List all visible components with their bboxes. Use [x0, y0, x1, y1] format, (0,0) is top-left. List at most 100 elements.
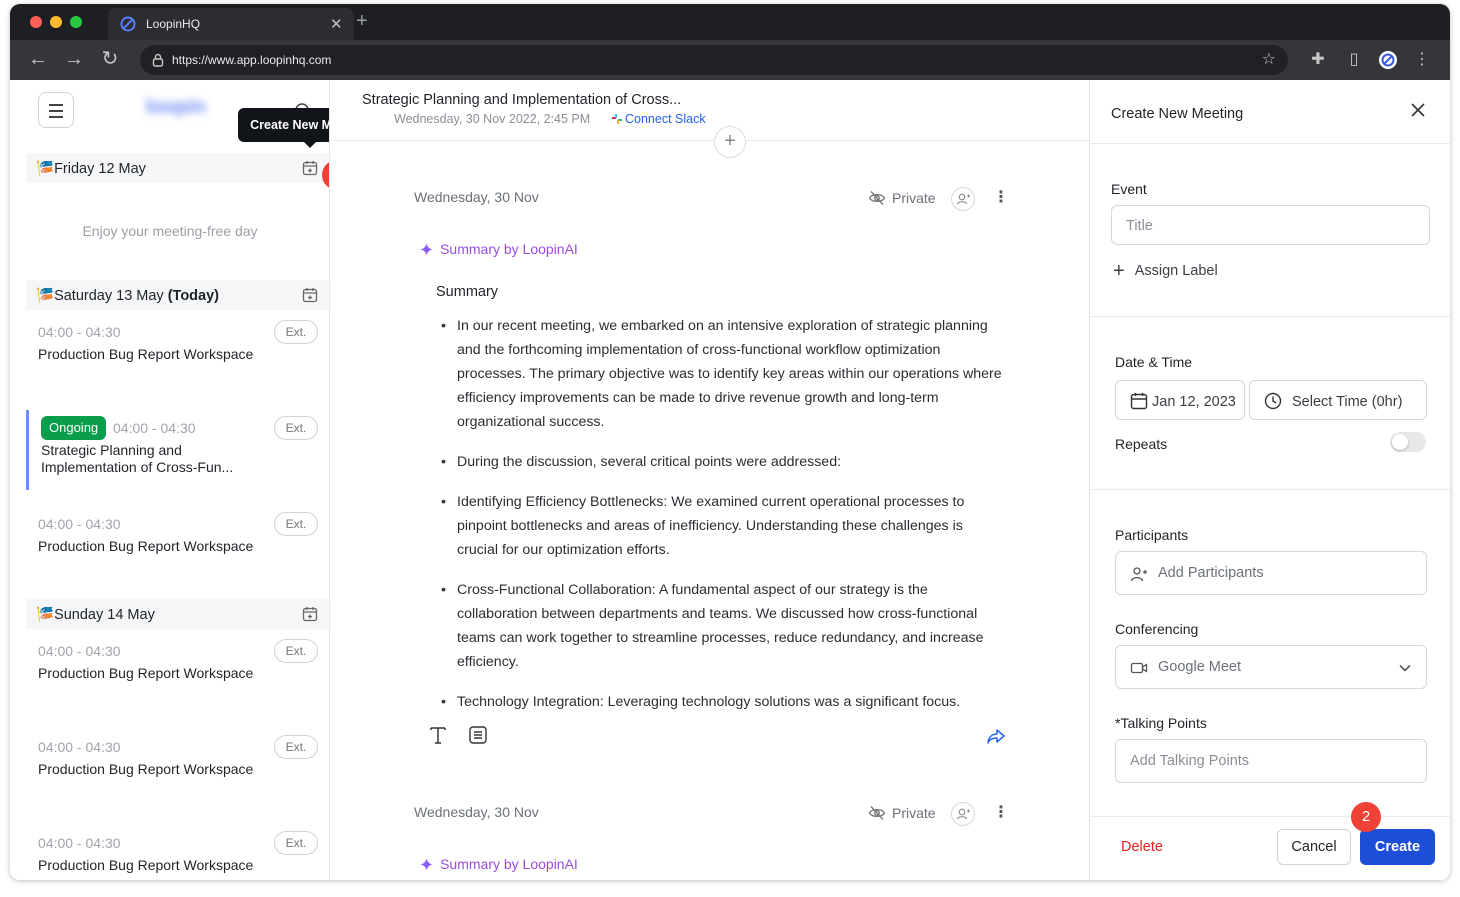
calendar-icon	[1130, 393, 1148, 410]
extensions-puzzle-icon[interactable]: ✚	[1308, 50, 1328, 70]
meeting-item[interactable]: 04:00 - 04:30 Production Bug Report Work…	[26, 506, 329, 586]
meeting-free-text: Enjoy your meeting-free day	[82, 223, 258, 239]
browser-tab[interactable]: LoopinHQ ✕	[108, 8, 354, 40]
event-title-input[interactable]: Title	[1111, 205, 1430, 245]
connect-slack-link[interactable]: Connect Slack	[612, 112, 706, 126]
summary-bullet: Identifying Efficiency Bottlenecks: We e…	[435, 490, 1005, 562]
back-arrow-icon[interactable]: ←	[26, 48, 50, 72]
meeting-title: Strategic Planning and Implementation of…	[41, 442, 234, 475]
external-badge: Ext.	[274, 416, 318, 440]
hamburger-menu-button[interactable]	[38, 92, 74, 128]
eye-off-icon	[868, 191, 886, 205]
ongoing-badge: Ongoing	[41, 416, 107, 440]
panel-divider	[1090, 489, 1450, 490]
participants-input[interactable]: Add Participants	[1115, 551, 1427, 595]
share-forward-icon[interactable]	[986, 726, 1006, 746]
meeting-item[interactable]: 04:00 - 04:30 Production Bug Report Work…	[26, 825, 329, 880]
private-toggle[interactable]: Private	[868, 189, 936, 207]
repeats-toggle[interactable]	[1390, 432, 1426, 452]
panel-title: Create New Meeting	[1111, 106, 1244, 122]
close-icon[interactable]	[1408, 100, 1428, 120]
new-tab-icon[interactable]: +	[356, 10, 368, 33]
minimize-window-button[interactable]	[50, 16, 62, 28]
event-label: Event	[1111, 181, 1147, 197]
loopin-logo-icon	[120, 16, 136, 32]
meeting-item[interactable]: 04:00 - 04:30 Production Bug Report Work…	[26, 314, 329, 394]
tab-bar: LoopinHQ ✕ +	[10, 4, 1450, 40]
conferencing-select[interactable]: Google Meet	[1115, 645, 1427, 689]
clock-icon	[1264, 392, 1282, 410]
meeting-item[interactable]: 04:00 - 04:30 Production Bug Report Work…	[26, 633, 329, 713]
add-person-button[interactable]	[951, 802, 975, 826]
external-badge: Ext.	[274, 831, 318, 855]
add-person-button[interactable]	[951, 187, 975, 211]
side-panel-icon[interactable]: ▯	[1344, 50, 1364, 70]
external-badge: Ext.	[274, 735, 318, 759]
summary-bullet: During the discussion, several critical …	[435, 450, 1005, 474]
bookmark-star-icon[interactable]: ☆	[1262, 49, 1276, 69]
participants-label: Participants	[1115, 527, 1189, 543]
time-picker[interactable]: Select Time (0hr)	[1249, 380, 1427, 420]
maximize-window-button[interactable]	[70, 16, 82, 28]
slack-icon	[612, 114, 622, 124]
summary-bullets: In our recent meeting, we embarked on an…	[435, 314, 1005, 730]
summary-bullet: Technology Integration: Leveraging techn…	[435, 690, 1005, 714]
meeting-title: Production Bug Report Workspace	[38, 538, 254, 554]
notes-list-icon[interactable]	[467, 724, 489, 746]
talking-points-placeholder: Add Talking Points	[1130, 753, 1250, 769]
external-badge: Ext.	[274, 512, 318, 536]
text-format-icon[interactable]	[427, 724, 449, 746]
address-bar[interactable]: https://www.app.loopinhq.com ☆	[140, 45, 1288, 75]
day-label: 🎏Sunday 14 May	[36, 607, 155, 623]
conferencing-label: Conferencing	[1115, 621, 1199, 637]
create-meeting-panel: Create New Meeting Event Title + Assign L…	[1089, 80, 1450, 880]
meeting-time: 04:00 - 04:30	[38, 835, 121, 851]
meeting-title: Production Bug Report Workspace	[38, 761, 254, 777]
lock-icon	[152, 53, 164, 67]
conferencing-value: Google Meet	[1158, 659, 1242, 675]
talking-points-label: *Talking Points	[1115, 715, 1207, 731]
browser-menu-icon[interactable]: ⋮	[1412, 50, 1432, 70]
calendar-add-icon[interactable]	[302, 606, 318, 622]
day-label: 🎏Friday 12 May	[36, 161, 146, 177]
meeting-time: 04:00 - 04:30	[113, 420, 196, 436]
meeting-title-heading: Strategic Planning and Implementation of…	[362, 92, 682, 108]
hamburger-line	[49, 110, 63, 112]
calendar-add-icon[interactable]	[302, 287, 318, 303]
assign-label-button[interactable]: + Assign Label	[1113, 260, 1218, 283]
meeting-time: 04:00 - 04:30	[38, 739, 121, 755]
talking-points-input[interactable]: Add Talking Points	[1115, 739, 1427, 783]
private-toggle[interactable]: Private	[868, 804, 936, 822]
tab-title: LoopinHQ	[146, 17, 201, 31]
delete-button[interactable]: Delete	[1121, 839, 1163, 855]
chevron-down-icon	[1399, 664, 1411, 672]
day-header-saturday: 🎏Saturday 13 May (Today)	[26, 280, 329, 310]
meeting-item-ongoing[interactable]: Ongoing 04:00 - 04:30 Strategic Planning…	[26, 410, 329, 490]
more-options-icon[interactable]: ⋮	[993, 802, 1009, 822]
tab-close-icon[interactable]: ✕	[330, 15, 343, 33]
add-note-button[interactable]: +	[714, 126, 746, 158]
meeting-item[interactable]: 04:00 - 04:30 Production Bug Report Work…	[26, 729, 329, 809]
summary-bullet: In our recent meeting, we embarked on an…	[435, 314, 1005, 434]
date-picker[interactable]: Jan 12, 2023	[1115, 380, 1245, 420]
more-options-icon[interactable]: ⋮	[993, 187, 1009, 207]
summary-heading: Summary	[436, 284, 499, 300]
calendar-add-icon[interactable]	[302, 160, 318, 176]
url-text: https://www.app.loopinhq.com	[172, 53, 332, 67]
loopin-extension-icon[interactable]	[1378, 50, 1398, 70]
meeting-datetime: Wednesday, 30 Nov 2022, 2:45 PM	[394, 112, 591, 126]
day-header-sunday: 🎏Sunday 14 May	[26, 599, 329, 629]
video-camera-icon	[1130, 662, 1148, 674]
card-date: Wednesday, 30 Nov	[414, 189, 539, 205]
reload-icon[interactable]: ↻	[98, 48, 122, 72]
cancel-button[interactable]: Cancel	[1277, 829, 1351, 865]
external-badge: Ext.	[274, 320, 318, 344]
eye-off-icon	[868, 806, 886, 820]
user-plus-icon	[956, 808, 970, 820]
forward-arrow-icon[interactable]: →	[62, 48, 86, 72]
create-button[interactable]: Create	[1360, 829, 1435, 865]
close-window-button[interactable]	[30, 16, 42, 28]
sparkle-icon: ✦	[419, 855, 435, 875]
brand-logo: loopin	[146, 96, 206, 118]
meeting-title: Production Bug Report Workspace	[38, 346, 254, 362]
